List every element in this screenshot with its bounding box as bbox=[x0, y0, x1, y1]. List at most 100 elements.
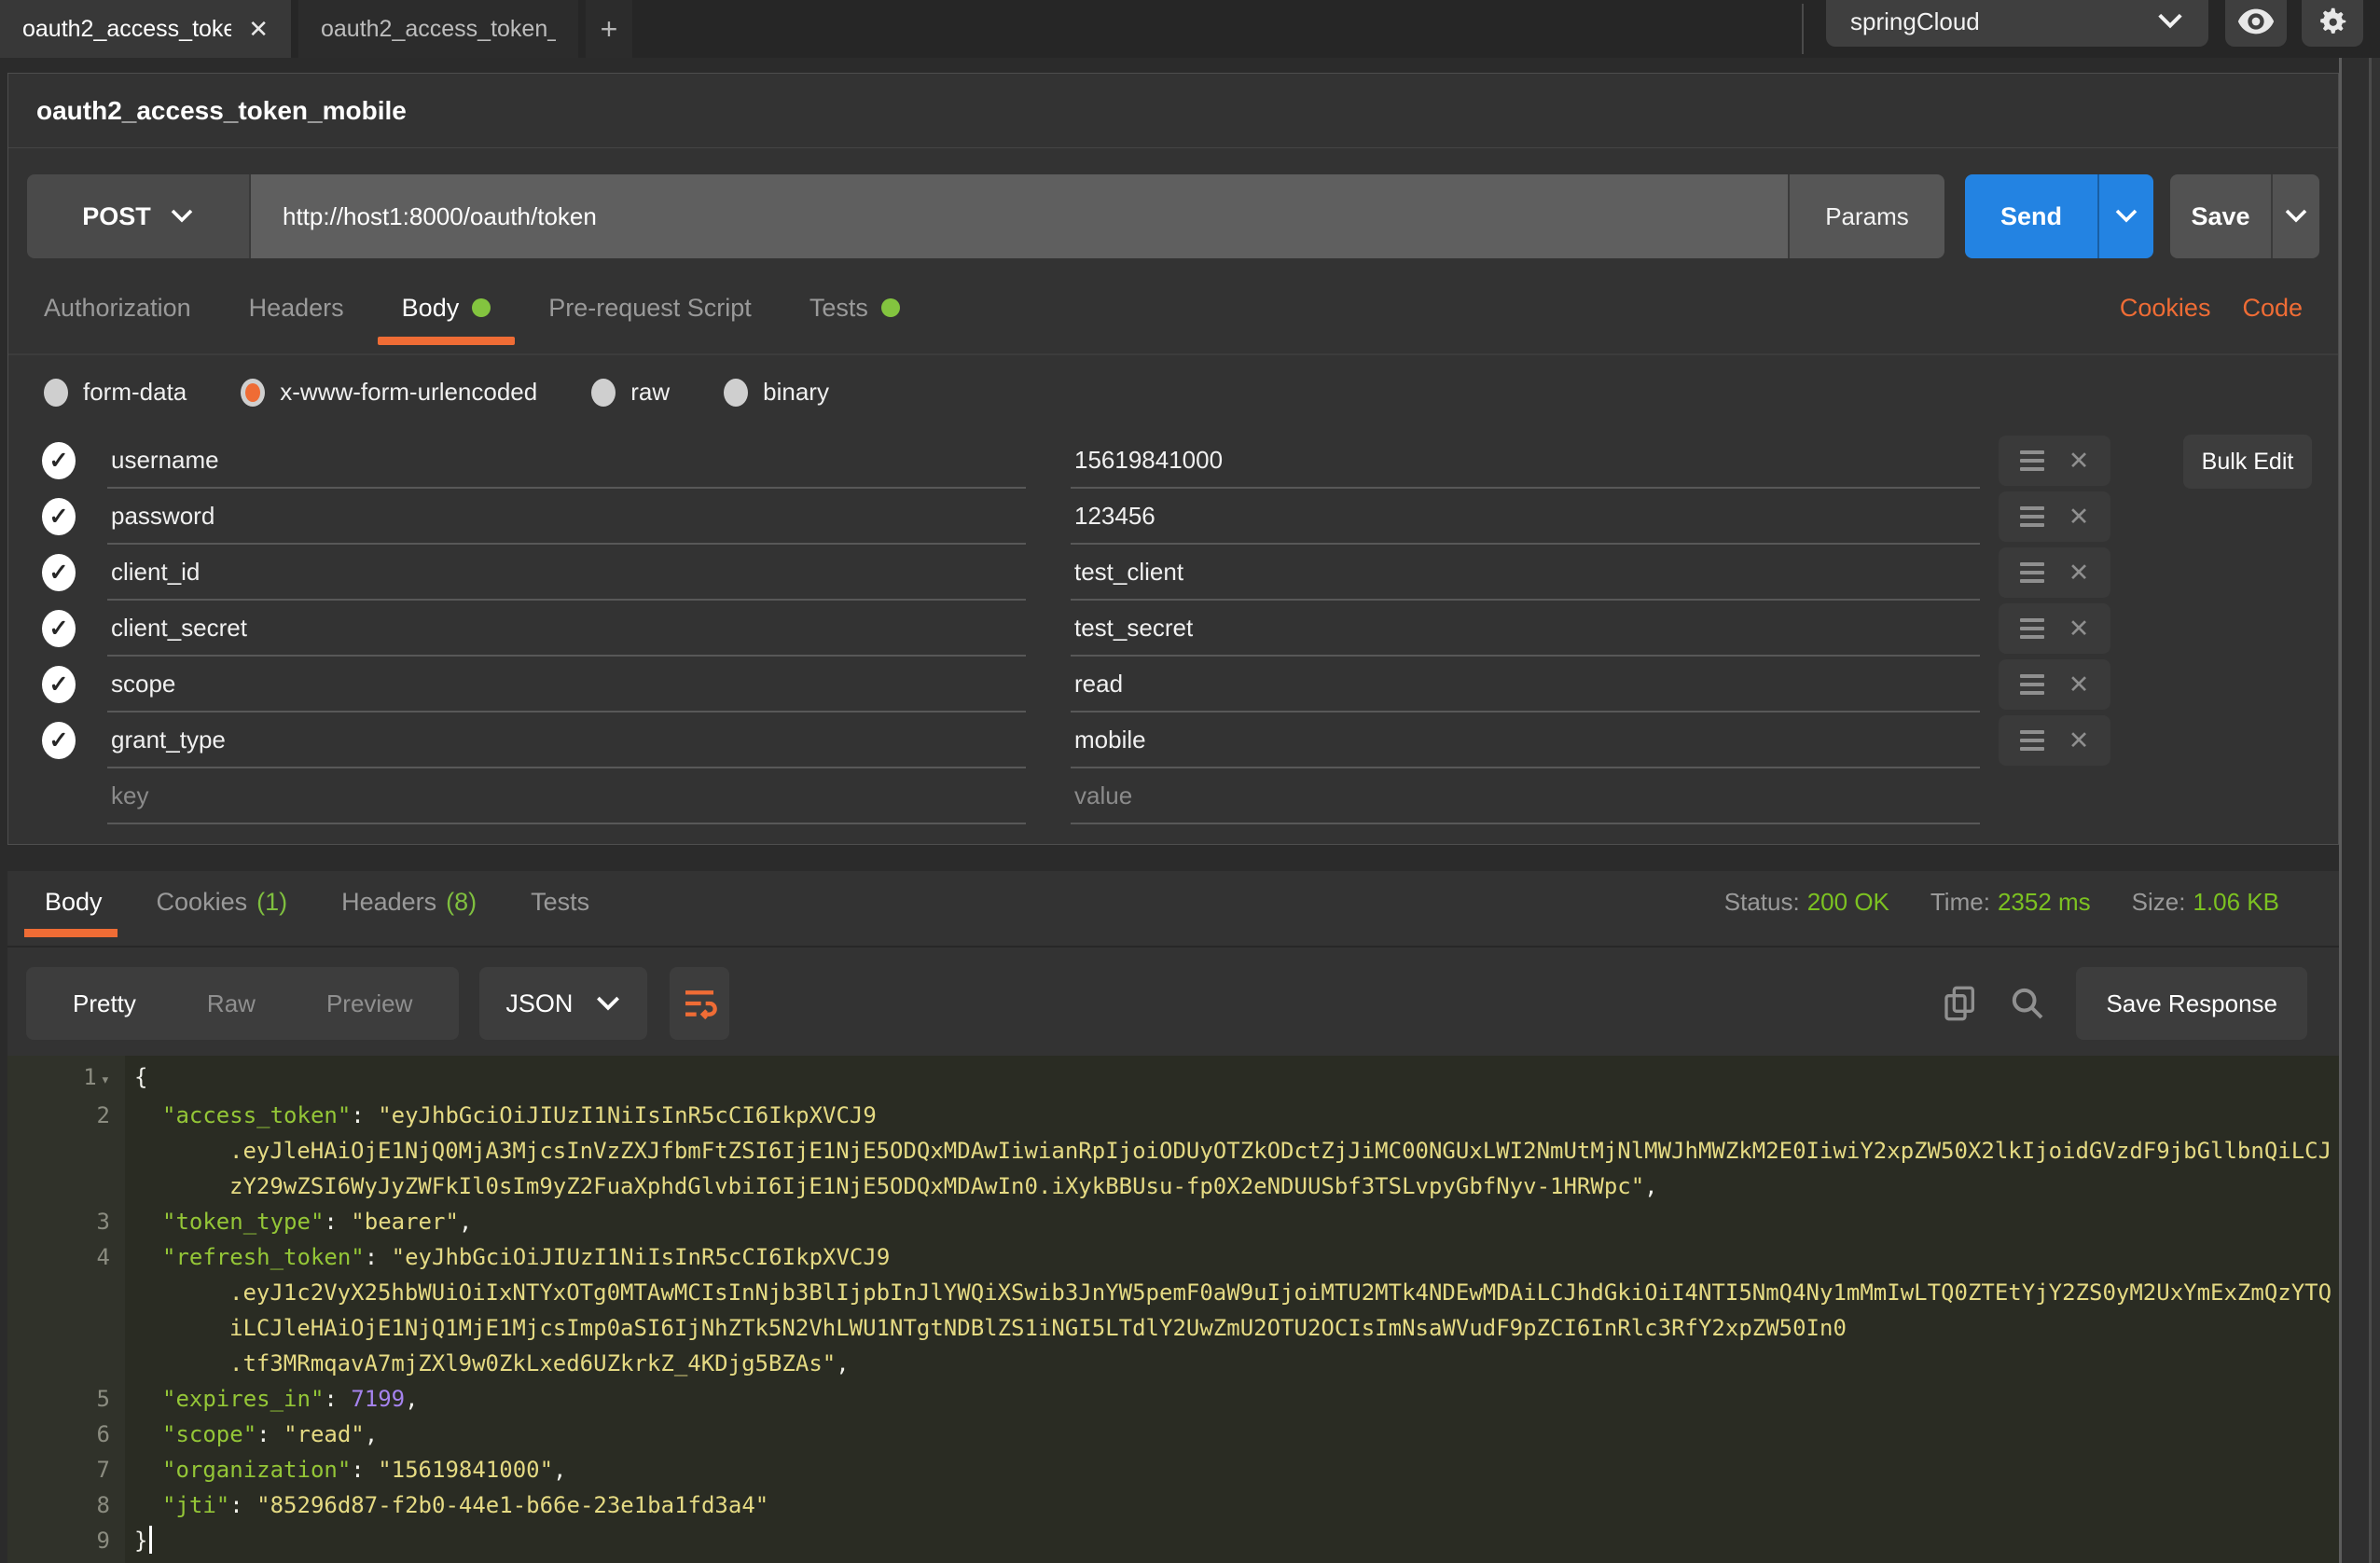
tab-body[interactable]: Body bbox=[402, 294, 491, 323]
fold-caret-icon[interactable]: ▾ bbox=[101, 1071, 110, 1089]
new-tab-button[interactable]: + bbox=[586, 0, 632, 58]
code-line: .tf3MRmqavA7mjZXl9w0ZkLxed6UZkrkZ_4KDjg5… bbox=[7, 1346, 2339, 1381]
response-tab-headers[interactable]: Headers(8) bbox=[341, 888, 477, 917]
line-number: 1▾ bbox=[7, 1059, 125, 1098]
send-options-button[interactable] bbox=[2097, 174, 2153, 258]
response-tab-label: Body bbox=[45, 888, 103, 917]
send-button[interactable]: Send bbox=[1965, 174, 2097, 258]
postman-window: oauth2_access_token_✕oauth2_access_token… bbox=[0, 0, 2380, 1563]
close-tab-icon[interactable]: ✕ bbox=[248, 15, 269, 44]
key-input[interactable]: key bbox=[107, 768, 1026, 824]
delete-row-icon[interactable]: ✕ bbox=[2069, 447, 2090, 476]
view-mode-pretty[interactable]: Pretty bbox=[37, 989, 172, 1018]
copy-icon[interactable] bbox=[1942, 983, 1979, 1024]
radio-icon bbox=[724, 379, 748, 407]
tab-pre-request-script[interactable]: Pre-request Script bbox=[548, 294, 752, 323]
delete-row-icon[interactable]: ✕ bbox=[2069, 503, 2090, 532]
code-text: .eyJleHAiOjE1NjQ0MjA3MjcsInVzZXJfbmFtZSI… bbox=[125, 1133, 2332, 1169]
request-title-row: oauth2_access_token_mobile bbox=[8, 74, 2338, 148]
tab-tests[interactable]: Tests bbox=[809, 294, 900, 323]
view-mode-preview[interactable]: Preview bbox=[291, 989, 448, 1018]
line-number: 9 bbox=[7, 1523, 125, 1558]
line-number bbox=[7, 1310, 125, 1346]
workspace-tab-oauth2-access-token[interactable]: oauth2_access_token_✕ bbox=[0, 0, 291, 58]
send-button-group: Send bbox=[1965, 174, 2153, 258]
line-number: 6 bbox=[7, 1417, 125, 1452]
value-input[interactable]: 15619841000 bbox=[1071, 433, 1980, 489]
format-select[interactable]: JSON bbox=[479, 967, 647, 1040]
code-text: iLCJleHAiOjE1NjQ1MjE1MjcsImp0aSI6IjNhZTk… bbox=[125, 1310, 1847, 1346]
row-checkbox[interactable]: ✓ bbox=[42, 442, 76, 479]
tab-headers[interactable]: Headers bbox=[249, 294, 344, 323]
workspace-tab-oauth2-access-token-passv[interactable]: oauth2_access_token_passv bbox=[298, 0, 578, 58]
delete-row-icon[interactable]: ✕ bbox=[2069, 615, 2090, 643]
column-gap bbox=[1026, 712, 1071, 768]
save-response-button[interactable]: Save Response bbox=[2076, 967, 2307, 1040]
value-input[interactable]: value bbox=[1071, 768, 1980, 824]
delete-row-icon[interactable]: ✕ bbox=[2069, 559, 2090, 588]
column-gap bbox=[1026, 601, 1071, 657]
code-text: .eyJ1c2VyX25hbWUiOiIxNTYxOTg0MTAwMCIsInN… bbox=[125, 1275, 2332, 1310]
response-tab-tests[interactable]: Tests bbox=[531, 888, 589, 917]
response-tab-cookies[interactable]: Cookies(1) bbox=[157, 888, 288, 917]
delete-row-icon[interactable]: ✕ bbox=[2069, 726, 2090, 755]
delete-row-icon[interactable]: ✕ bbox=[2069, 671, 2090, 699]
code-text: .tf3MRmqavA7mjZXl9w0ZkLxed6UZkrkZ_4KDjg5… bbox=[125, 1346, 850, 1381]
drag-handle-icon[interactable] bbox=[2020, 614, 2044, 643]
method-select[interactable]: POST bbox=[27, 174, 249, 258]
key-input[interactable]: client_id bbox=[107, 545, 1026, 601]
request-panel: oauth2_access_token_mobile POST http://h… bbox=[7, 73, 2339, 845]
form-row-empty: key value bbox=[42, 768, 2338, 824]
url-input[interactable]: http://host1:8000/oauth/token bbox=[249, 174, 1788, 258]
environment-preview-button[interactable] bbox=[2225, 0, 2287, 47]
params-button[interactable]: Params bbox=[1788, 174, 1944, 258]
drag-handle-icon[interactable] bbox=[2020, 446, 2044, 476]
code-text: "refresh_token": "eyJhbGciOiJIUzI1NiIsIn… bbox=[125, 1239, 890, 1275]
row-actions: ✕ bbox=[1999, 659, 2110, 710]
environment-select[interactable]: springCloud bbox=[1826, 0, 2208, 47]
tab-authorization[interactable]: Authorization bbox=[44, 294, 191, 323]
drag-handle-icon[interactable] bbox=[2020, 502, 2044, 532]
row-checkbox[interactable]: ✓ bbox=[42, 610, 76, 647]
search-icon[interactable] bbox=[2009, 985, 2046, 1022]
save-button[interactable]: Save bbox=[2170, 174, 2271, 258]
response-tabs: Body Cookies(1) Headers(8) Tests bbox=[45, 888, 589, 917]
drag-handle-icon[interactable] bbox=[2020, 558, 2044, 588]
body-type-raw[interactable]: raw bbox=[591, 378, 670, 407]
value-input[interactable]: test_client bbox=[1071, 545, 1980, 601]
drag-handle-icon[interactable] bbox=[2020, 726, 2044, 755]
drag-handle-icon[interactable] bbox=[2020, 670, 2044, 699]
cookies-link[interactable]: Cookies bbox=[2120, 294, 2211, 323]
wrap-text-button[interactable] bbox=[670, 967, 729, 1040]
value-input[interactable]: test_secret bbox=[1071, 601, 1980, 657]
body-type-x-www-form-urlencoded[interactable]: x-www-form-urlencoded bbox=[241, 378, 537, 407]
value-input[interactable]: mobile bbox=[1071, 712, 1980, 768]
bulk-edit-button[interactable]: Bulk Edit bbox=[2183, 435, 2312, 489]
body-type-form-data[interactable]: form-data bbox=[44, 378, 187, 407]
form-row-scope: ✓ scope read ✕ bbox=[42, 657, 2338, 712]
response-body-viewer[interactable]: 1▾{2"access_token": "eyJhbGciOiJIUzI1NiI… bbox=[7, 1056, 2339, 1563]
key-input[interactable]: client_secret bbox=[107, 601, 1026, 657]
save-options-button[interactable] bbox=[2271, 174, 2319, 258]
value-input[interactable]: read bbox=[1071, 657, 1980, 712]
code-link[interactable]: Code bbox=[2242, 294, 2303, 323]
row-checkbox[interactable]: ✓ bbox=[42, 554, 76, 591]
checkbox-cell: ✓ bbox=[42, 712, 107, 768]
response-tab-body[interactable]: Body bbox=[45, 888, 103, 917]
column-gap bbox=[1026, 489, 1071, 545]
status-value: 200 OK bbox=[1807, 888, 1889, 916]
value-input[interactable]: 123456 bbox=[1071, 489, 1980, 545]
settings-button[interactable] bbox=[2302, 0, 2363, 47]
key-input[interactable]: password bbox=[107, 489, 1026, 545]
row-checkbox[interactable]: ✓ bbox=[42, 666, 76, 703]
row-checkbox[interactable]: ✓ bbox=[42, 722, 76, 759]
key-input[interactable]: username bbox=[107, 433, 1026, 489]
view-mode-raw[interactable]: Raw bbox=[172, 989, 291, 1018]
form-data-table: ✓ username 15619841000 ✕ ✓ password 123456 ✕ ✓ cl… bbox=[8, 433, 2338, 824]
key-input[interactable]: scope bbox=[107, 657, 1026, 712]
row-checkbox[interactable]: ✓ bbox=[42, 498, 76, 535]
key-input[interactable]: grant_type bbox=[107, 712, 1026, 768]
body-type-binary[interactable]: binary bbox=[724, 378, 829, 407]
request-links: Cookies Code bbox=[2120, 294, 2303, 323]
code-line: zY29wZSI6WyJyZWFkIl0sIm9yZ2FuaXphdGlvbiI… bbox=[7, 1169, 2339, 1204]
